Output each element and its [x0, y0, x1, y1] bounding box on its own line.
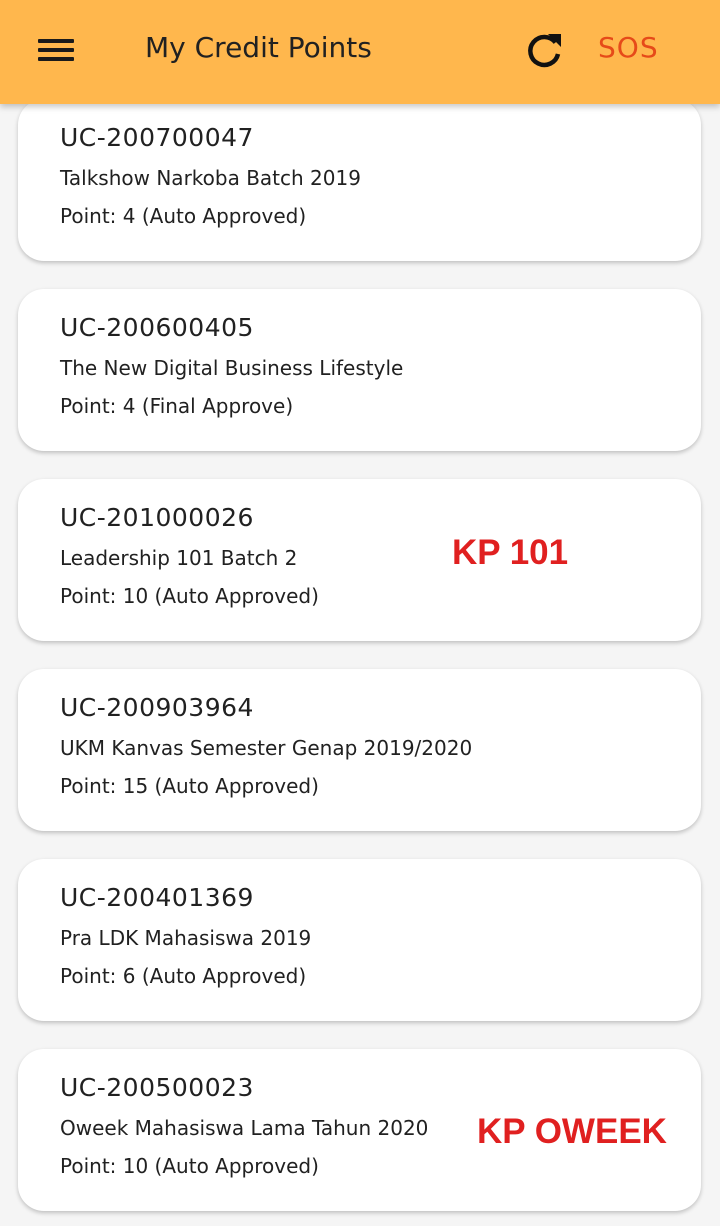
- credit-event-name: UKM Kanvas Semester Genap 2019/2020: [60, 736, 473, 760]
- credit-point: Point: 6 (Auto Approved): [60, 964, 307, 988]
- credit-code: UC-201000026: [60, 503, 254, 532]
- credit-card[interactable]: UC-200600405 The New Digital Business Li…: [18, 289, 701, 451]
- credit-point: Point: 15 (Auto Approved): [60, 774, 319, 798]
- credit-point: Point: 10 (Auto Approved): [60, 584, 319, 608]
- credit-card[interactable]: UC-200700047 Talkshow Narkoba Batch 2019…: [18, 99, 701, 261]
- credit-card[interactable]: UC-201000026 Leadership 101 Batch 2 Poin…: [18, 479, 701, 641]
- credit-code: UC-200700047: [60, 123, 254, 152]
- credit-code: UC-200500023: [60, 1073, 254, 1102]
- credit-point: Point: 4 (Final Approve): [60, 394, 294, 418]
- refresh-icon[interactable]: [520, 28, 568, 72]
- sos-button[interactable]: SOS: [598, 28, 659, 68]
- credit-event-name: Oweek Mahasiswa Lama Tahun 2020: [60, 1116, 429, 1140]
- credit-event-name: The New Digital Business Lifestyle: [60, 356, 404, 380]
- page-title: My Credit Points: [145, 31, 372, 64]
- credit-point: Point: 4 (Auto Approved): [60, 204, 307, 228]
- credit-points-screen: UC-200700047 Talkshow Narkoba Batch 2019…: [0, 0, 720, 1226]
- credit-point: Point: 10 (Auto Approved): [60, 1154, 319, 1178]
- credit-code: UC-200903964: [60, 693, 254, 722]
- annotation-kp-101: KP 101: [452, 533, 569, 572]
- hamburger-menu-icon[interactable]: [26, 28, 86, 72]
- annotation-kp-oweek: KP OWEEK: [477, 1112, 667, 1151]
- credit-card[interactable]: UC-200500023 Oweek Mahasiswa Lama Tahun …: [18, 1049, 701, 1211]
- credit-event-name: Pra LDK Mahasiswa 2019: [60, 926, 312, 950]
- credit-code: UC-200600405: [60, 313, 254, 342]
- app-bar: My Credit Points SOS: [0, 0, 720, 104]
- credit-code: UC-200401369: [60, 883, 254, 912]
- credit-event-name: Talkshow Narkoba Batch 2019: [60, 166, 361, 190]
- credit-card[interactable]: UC-200401369 Pra LDK Mahasiswa 2019 Poin…: [18, 859, 701, 1021]
- credit-card[interactable]: UC-200903964 UKM Kanvas Semester Genap 2…: [18, 669, 701, 831]
- credit-event-name: Leadership 101 Batch 2: [60, 546, 298, 570]
